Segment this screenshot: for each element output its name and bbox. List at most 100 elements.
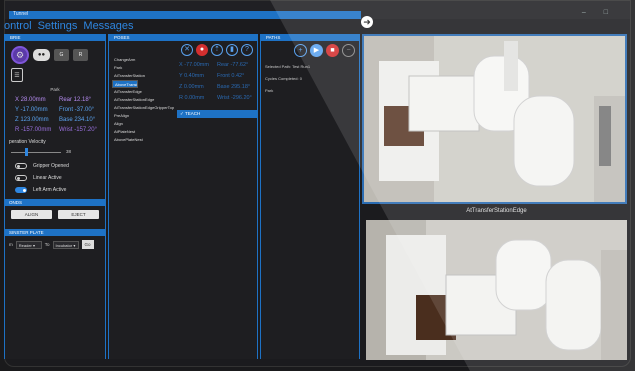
list-item[interactable]: PreAlign [112, 112, 178, 120]
forward-arrow-icon[interactable]: ➜ [361, 16, 373, 28]
list-item[interactable]: Park [112, 64, 178, 72]
from-value: Reader [18, 242, 32, 248]
cycles-label: Cycles Completed: [265, 76, 299, 81]
cycles-row: Cycles Completed: 0 [265, 73, 359, 85]
left-arm-switch[interactable] [15, 187, 27, 193]
coord-row: R -157.00mm Wrist -157.20° [15, 125, 105, 135]
coord-front: Front -37.00° [59, 107, 95, 113]
menu-control[interactable]: ontrol [4, 20, 32, 32]
toggle-label: Linear Active [33, 175, 62, 181]
camera-view-top [362, 34, 627, 204]
go-button[interactable]: Go [81, 240, 94, 249]
play-icon[interactable]: ▶ [310, 44, 323, 57]
coord-rear: Rear 12.18° [59, 97, 92, 103]
list-item[interactable]: Align [112, 120, 178, 128]
toggle-gripper[interactable]: Gripper Opened [5, 157, 105, 169]
from-select[interactable]: Reader ▾ [15, 240, 42, 249]
list-item[interactable]: AbovePlateNest [112, 136, 178, 144]
poses-panel: POSES ✕ ● ⇡ ▮ ? ChangeArm Park AtTransfe… [108, 34, 258, 359]
menu-messages[interactable]: Messages [83, 20, 133, 32]
teach-label: TEACH [184, 111, 201, 116]
coord-y: Y -17.00mm [15, 107, 48, 113]
plate-icon[interactable]: ☰ [11, 68, 23, 82]
main-menu: ontrol Settings Messages [4, 20, 137, 32]
menu-settings[interactable]: Settings [38, 20, 78, 32]
toggle-label: Gripper Opened [33, 163, 69, 169]
eject-button[interactable]: EJECT [58, 210, 99, 219]
list-item[interactable]: AtTransferStation [112, 72, 178, 80]
window-controls[interactable]: – □ [582, 9, 616, 16]
gripper-r-icon[interactable]: R [73, 49, 88, 61]
pose-z: Z 0.00mm [179, 84, 204, 90]
selected-path-label: Selected Path: [265, 64, 292, 69]
coord-wrist: Wrist -157.20° [59, 127, 97, 133]
robot-icons: ⚙ ●● G R [5, 41, 105, 64]
coord-x: X 28.00mm [15, 97, 46, 103]
linear-switch[interactable] [15, 175, 27, 181]
robot-coordinates: X 28.00mm Rear 12.18° Y -17.00mm Front -37… [5, 92, 105, 135]
command-buttons: ALIGN EJECT [5, 206, 105, 223]
list-item[interactable]: AtTransferStationEdgeGripperTop [112, 104, 178, 112]
slider-track [11, 152, 61, 153]
upload-icon[interactable]: ⇡ [211, 44, 223, 56]
poses-toolbar: ✕ ● ⇡ ▮ ? [109, 41, 257, 56]
coord-row: X -77.00mm Rear -77.62° [179, 60, 252, 71]
camera-view-bottom [366, 220, 627, 360]
slider-knob[interactable] [25, 148, 28, 156]
velocity-value: 38 [66, 149, 72, 154]
stop-icon[interactable]: ■ [326, 44, 339, 57]
add-icon[interactable]: + [294, 44, 307, 57]
coord-z: Z 123.00mm [15, 117, 49, 123]
gamepad-icon[interactable]: ●● [33, 49, 50, 61]
from-label: m [9, 242, 13, 247]
toggle-linear[interactable]: Linear Active [5, 169, 105, 181]
robot-arm-icon[interactable]: ⚙ [11, 46, 29, 64]
poses-header: POSES [109, 34, 257, 41]
paths-header: PATHS [261, 34, 359, 41]
gripper-g-icon[interactable]: G [54, 49, 69, 61]
selected-path-value: Test Run1 [292, 64, 311, 69]
transfer-row: m Reader ▾ To Incubator ▾ Go [5, 236, 105, 253]
list-item[interactable]: AtPlateNest [112, 128, 178, 136]
pose-base: Base 295.18° [217, 84, 251, 90]
path-info: Selected Path: Test Run1 Cycles Complete… [261, 57, 359, 97]
current-step: Park [265, 88, 274, 93]
coord-row: Z 123.00mm Base 234.10° [15, 115, 105, 125]
paths-toolbar: + ▶ ■ − [261, 41, 359, 57]
selected-path-row: Selected Path: Test Run1 [265, 61, 359, 73]
help-icon[interactable]: ? [241, 44, 253, 56]
coord-row: Z 0.00mm Base 295.18° [179, 82, 252, 93]
to-label: To [44, 242, 50, 247]
gripper-switch[interactable] [15, 163, 27, 169]
robot-panel: BRIE ⚙ ●● G R ☰ Park X 28.00mm Rear 12.18… [4, 34, 106, 359]
teach-button[interactable]: ✓ TEACH [177, 110, 257, 118]
commands-header: ONDS [5, 199, 105, 206]
to-value: Incubator [55, 242, 73, 248]
align-button[interactable]: ALIGN [11, 210, 52, 219]
coord-row: R 0.00mm Wrist -296.20° [179, 93, 252, 104]
remove-icon[interactable]: ✕ [181, 44, 193, 56]
pose-rear: Rear -77.62° [217, 62, 249, 68]
pose-wrist: Wrist -296.20° [217, 95, 252, 101]
camera-pose-label: AtTransferStationEdge [466, 208, 527, 214]
remove-icon[interactable]: − [342, 44, 355, 57]
to-select[interactable]: Incubator ▾ [52, 240, 79, 249]
pose-coordinates: X -77.00mm Rear -77.62° Y 0.40mm Front 0.4… [179, 60, 252, 104]
stop-icon[interactable]: ● [196, 44, 208, 56]
delete-icon[interactable]: ▮ [226, 44, 238, 56]
camera-image-bottom [366, 220, 627, 360]
window-title-bar: Tunnel [9, 11, 361, 19]
coord-row: Y 0.40mm Front 0.42° [179, 71, 252, 82]
toggle-left-arm[interactable]: Left Arm Active [5, 181, 105, 193]
list-item[interactable]: AtTransferStationEdge [112, 96, 178, 104]
list-item-selected[interactable]: AboveTransferStation [112, 80, 138, 88]
list-item[interactable]: AtTransferEdge [112, 88, 178, 96]
coord-r: R -157.00mm [15, 127, 52, 133]
coord-row: Y -17.00mm Front -37.00° [15, 105, 105, 115]
coord-row: X 28.00mm Rear 12.18° [15, 95, 105, 105]
list-item[interactable]: ChangeArm [112, 56, 178, 64]
velocity-slider[interactable]: 38 [11, 147, 71, 157]
velocity-label: peration Velocity [9, 139, 46, 145]
pose-list: ChangeArm Park AtTransferStation AboveTr… [112, 56, 178, 144]
pose-r: R 0.00mm [179, 95, 205, 101]
